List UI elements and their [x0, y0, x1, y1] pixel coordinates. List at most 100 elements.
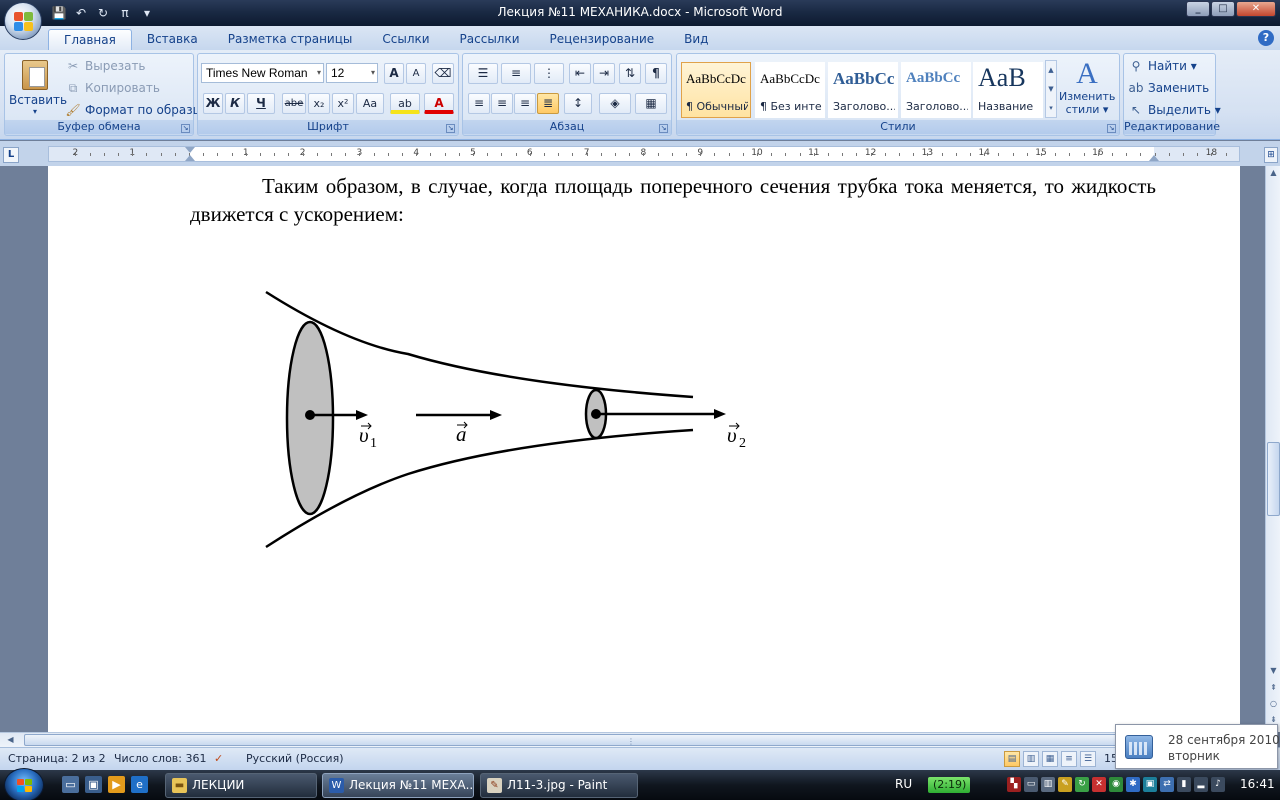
underline-button[interactable]: Ч — [247, 93, 275, 114]
scroll-up-icon[interactable]: ▲ — [1267, 166, 1280, 180]
office-button[interactable] — [4, 2, 42, 40]
sync-tray-icon[interactable]: ⇄ — [1160, 777, 1174, 792]
word-count[interactable]: Число слов: 361 — [114, 752, 207, 765]
shrink-font-button[interactable]: A — [406, 63, 426, 84]
italic-button[interactable]: К — [225, 93, 245, 114]
format-painter-button[interactable]: 🖌 Формат по образцу — [65, 102, 208, 118]
tab-mailings[interactable]: Рассылки — [445, 29, 535, 50]
cut-button[interactable]: ✂ Вырезать — [65, 58, 146, 74]
flag-tray-icon[interactable]: ▚ — [1007, 777, 1021, 792]
device-tray-icon[interactable]: ▭ — [1024, 777, 1038, 792]
increase-indent-icon[interactable]: ⇥ — [593, 63, 615, 84]
browse-object-icon[interactable]: ○ — [1267, 697, 1280, 711]
network-tray-icon[interactable]: ▥ — [1041, 777, 1055, 792]
styles-dialog-launcher-icon[interactable]: ↘ — [1107, 124, 1116, 133]
clear-formatting-icon[interactable]: ⌫ — [432, 63, 454, 84]
multilevel-list-icon[interactable]: ⋮ — [534, 63, 564, 84]
internet-explorer-icon[interactable]: e — [131, 776, 148, 793]
update-tray-icon[interactable]: ↻ — [1075, 777, 1089, 792]
tab-selector[interactable]: L — [3, 147, 19, 163]
strikethrough-button[interactable]: abe — [282, 93, 306, 114]
paragraph-dialog-launcher-icon[interactable]: ↘ — [659, 124, 668, 133]
page-count[interactable]: Страница: 2 из 2 — [8, 752, 106, 765]
draft-icon[interactable]: ☰ — [1080, 751, 1096, 767]
align-center-icon[interactable]: ≡ — [491, 93, 513, 114]
show-desktop-icon[interactable]: ▣ — [85, 776, 102, 793]
volume-tray-icon[interactable]: ♪ — [1211, 777, 1225, 792]
paste-button[interactable]: Вставить ▾ — [9, 58, 67, 118]
decrease-indent-icon[interactable]: ⇤ — [569, 63, 591, 84]
vertical-scrollbar[interactable]: ▲ ▼ ⇞ ○ ⇟ — [1265, 166, 1280, 732]
bluetooth-tray-icon[interactable]: ✱ — [1126, 777, 1140, 792]
horizontal-ruler[interactable]: 211234567891011121314151618 — [48, 146, 1240, 162]
style-heading-1[interactable]: AaBbCc Заголово... — [828, 62, 898, 118]
media-player-icon[interactable]: ▶ — [108, 776, 125, 793]
antivirus-tray-icon[interactable]: ✕ — [1092, 777, 1106, 792]
font-name-box[interactable]: Times New Roman ▾ — [201, 63, 324, 83]
horizontal-scroll-thumb[interactable]: ⋮ — [24, 734, 1238, 746]
scroll-down-icon[interactable]: ▼ — [1267, 664, 1280, 678]
display-tray-icon[interactable]: ▣ — [1143, 777, 1157, 792]
input-language[interactable]: RU — [895, 777, 912, 791]
justify-icon[interactable]: ≣ — [537, 93, 559, 114]
font-dialog-launcher-icon[interactable]: ↘ — [446, 124, 455, 133]
borders-icon[interactable]: ▦ — [635, 93, 667, 114]
tab-references[interactable]: Ссылки — [367, 29, 444, 50]
maximize-button[interactable]: □ — [1211, 1, 1235, 17]
font-color-button[interactable]: A — [424, 93, 454, 114]
bullets-icon[interactable]: ☰ — [468, 63, 498, 84]
outline-icon[interactable]: ≡ — [1061, 751, 1077, 767]
sort-icon[interactable]: ⇅ — [619, 63, 641, 84]
superscript-button[interactable]: x² — [332, 93, 354, 114]
start-button[interactable] — [4, 768, 44, 800]
power-tray-icon[interactable]: ▮ — [1177, 777, 1191, 792]
body-paragraph[interactable]: Таким образом, в случае, когда площадь п… — [190, 172, 1156, 228]
document-page[interactable]: Таким образом, в случае, когда площадь п… — [48, 166, 1240, 732]
tab-home[interactable]: Главная — [48, 29, 132, 50]
copy-button[interactable]: ⧉ Копировать — [65, 80, 160, 96]
close-button[interactable]: ✕ — [1236, 1, 1276, 17]
show-marks-icon[interactable]: ¶ — [645, 63, 667, 84]
stream-tube-figure[interactable]: υ 1 a υ 2 — [258, 284, 798, 574]
help-icon[interactable]: ? — [1258, 30, 1274, 46]
numbering-icon[interactable]: ≡ — [501, 63, 531, 84]
battery-timer[interactable]: (2:19) — [928, 777, 970, 793]
full-screen-reading-icon[interactable]: ▥ — [1023, 751, 1039, 767]
replace-button[interactable]: ab Заменить — [1128, 80, 1210, 96]
scroll-left-icon[interactable]: ◀ — [4, 733, 17, 747]
tab-view[interactable]: Вид — [669, 29, 723, 50]
select-button[interactable]: ↖ Выделить ▾ — [1128, 102, 1221, 118]
tab-review[interactable]: Рецензирование — [535, 29, 670, 50]
left-indent-marker[interactable] — [185, 155, 195, 161]
signal-tray-icon[interactable]: ▂ — [1194, 777, 1208, 792]
taskbar-button-paint[interactable]: ✎ Л11-3.jpg - Paint — [480, 773, 638, 798]
taskbar-button-lectures[interactable]: ▬ ЛЕКЦИИ — [165, 773, 317, 798]
change-case-button[interactable]: Aa — [356, 93, 384, 114]
align-right-icon[interactable]: ≡ — [514, 93, 536, 114]
minimize-button[interactable]: _ — [1186, 1, 1210, 17]
grow-font-button[interactable]: A — [384, 63, 404, 84]
taskbar-button-word[interactable]: W Лекция №11 МЕХА... — [322, 773, 474, 798]
style-no-spacing[interactable]: AaBbCcDc ¶ Без инте... — [755, 62, 825, 118]
view-ruler-icon[interactable]: ⊞ — [1264, 147, 1278, 163]
language-indicator[interactable]: Русский (Россия) — [246, 752, 344, 765]
highlight-button[interactable]: ab — [390, 93, 420, 114]
align-left-icon[interactable]: ≡ — [468, 93, 490, 114]
shading-icon[interactable]: ◈ — [599, 93, 631, 114]
clipboard-dialog-launcher-icon[interactable]: ↘ — [181, 124, 190, 133]
explorer-icon[interactable]: ▭ — [62, 776, 79, 793]
right-indent-marker[interactable] — [1149, 155, 1159, 161]
previous-page-icon[interactable]: ⇞ — [1267, 681, 1280, 695]
bold-button[interactable]: Ж — [203, 93, 223, 114]
pen-tray-icon[interactable]: ✎ — [1058, 777, 1072, 792]
security-tray-icon[interactable]: ◉ — [1109, 777, 1123, 792]
web-layout-icon[interactable]: ▦ — [1042, 751, 1058, 767]
style-normal[interactable]: AaBbCcDc ¶ Обычный — [681, 62, 751, 118]
first-line-indent-marker[interactable] — [185, 147, 195, 153]
subscript-button[interactable]: x₂ — [308, 93, 330, 114]
clock[interactable]: 16:41 — [1240, 777, 1275, 791]
change-styles-button[interactable]: A Изменить стили ▾ — [1059, 58, 1115, 120]
find-button[interactable]: ⚲ Найти ▾ — [1128, 58, 1197, 74]
proofing-icon[interactable]: ✓ — [214, 752, 223, 765]
style-heading-2[interactable]: AaBbCc Заголово... — [901, 62, 971, 118]
